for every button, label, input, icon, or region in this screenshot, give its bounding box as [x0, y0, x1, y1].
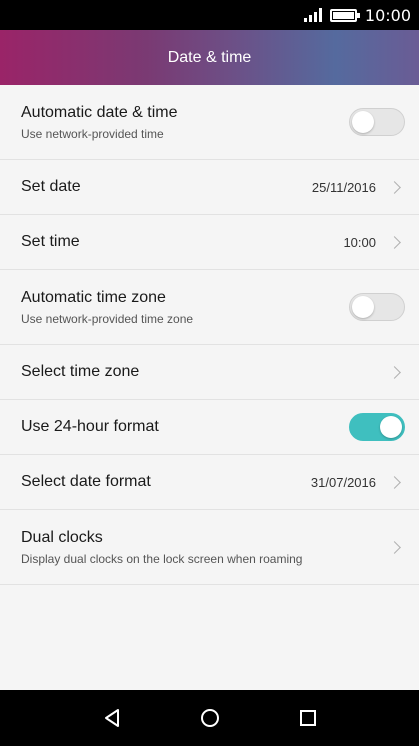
- chevron-right-icon: [388, 235, 401, 249]
- setting-set-date[interactable]: Set date 25/11/2016: [0, 160, 419, 215]
- chevron-right-icon: [388, 365, 401, 379]
- setting-label: Dual clocks: [21, 528, 103, 546]
- setting-label: Set date: [21, 178, 81, 195]
- status-bar: 10:00: [0, 0, 419, 30]
- setting-sublabel: Use network-provided time zone: [21, 311, 194, 326]
- setting-dual-clocks[interactable]: Dual clocks Display dual clocks on the l…: [0, 510, 419, 585]
- setting-sublabel: Use network-provided time: [21, 126, 164, 141]
- setting-label: Automatic date & time: [21, 103, 178, 121]
- use-24-hour-format-toggle[interactable]: [349, 413, 405, 441]
- chevron-right-icon: [388, 475, 401, 489]
- home-circle-icon[interactable]: [199, 707, 221, 729]
- battery-icon: [329, 8, 360, 22]
- automatic-time-zone-toggle[interactable]: [349, 293, 405, 321]
- setting-value: 25/11/2016: [311, 179, 376, 195]
- chevron-right-icon: [388, 180, 401, 194]
- setting-label: Select time zone: [21, 363, 140, 380]
- status-time: 10:00: [364, 5, 411, 25]
- setting-label: Use 24-hour format: [21, 418, 159, 435]
- setting-automatic-date-time[interactable]: Automatic date & time Use network-provid…: [0, 85, 419, 160]
- setting-label: Set time: [21, 233, 80, 250]
- setting-select-date-format[interactable]: Select date format 31/07/2016: [0, 455, 419, 510]
- recents-square-icon[interactable]: [297, 707, 319, 729]
- setting-sublabel: Display dual clocks on the lock screen w…: [21, 551, 303, 566]
- setting-label: Select date format: [21, 473, 151, 490]
- setting-set-time[interactable]: Set time 10:00: [0, 215, 419, 270]
- setting-value: 31/07/2016: [310, 474, 376, 490]
- setting-automatic-time-zone[interactable]: Automatic time zone Use network-provided…: [0, 270, 419, 345]
- navigation-bar: [0, 690, 419, 746]
- signal-icon: [303, 8, 322, 22]
- setting-use-24-hour-format[interactable]: Use 24-hour format: [0, 400, 419, 455]
- setting-value: 10:00: [343, 234, 376, 250]
- settings-list: Automatic date & time Use network-provid…: [0, 85, 419, 585]
- setting-select-time-zone[interactable]: Select time zone: [0, 345, 419, 400]
- automatic-date-time-toggle[interactable]: [349, 108, 405, 136]
- page-title: Date & time: [167, 48, 252, 66]
- chevron-right-icon: [388, 540, 401, 554]
- setting-label: Automatic time zone: [21, 288, 166, 306]
- back-triangle-icon[interactable]: [101, 707, 123, 729]
- app-bar: Date & time: [0, 30, 419, 85]
